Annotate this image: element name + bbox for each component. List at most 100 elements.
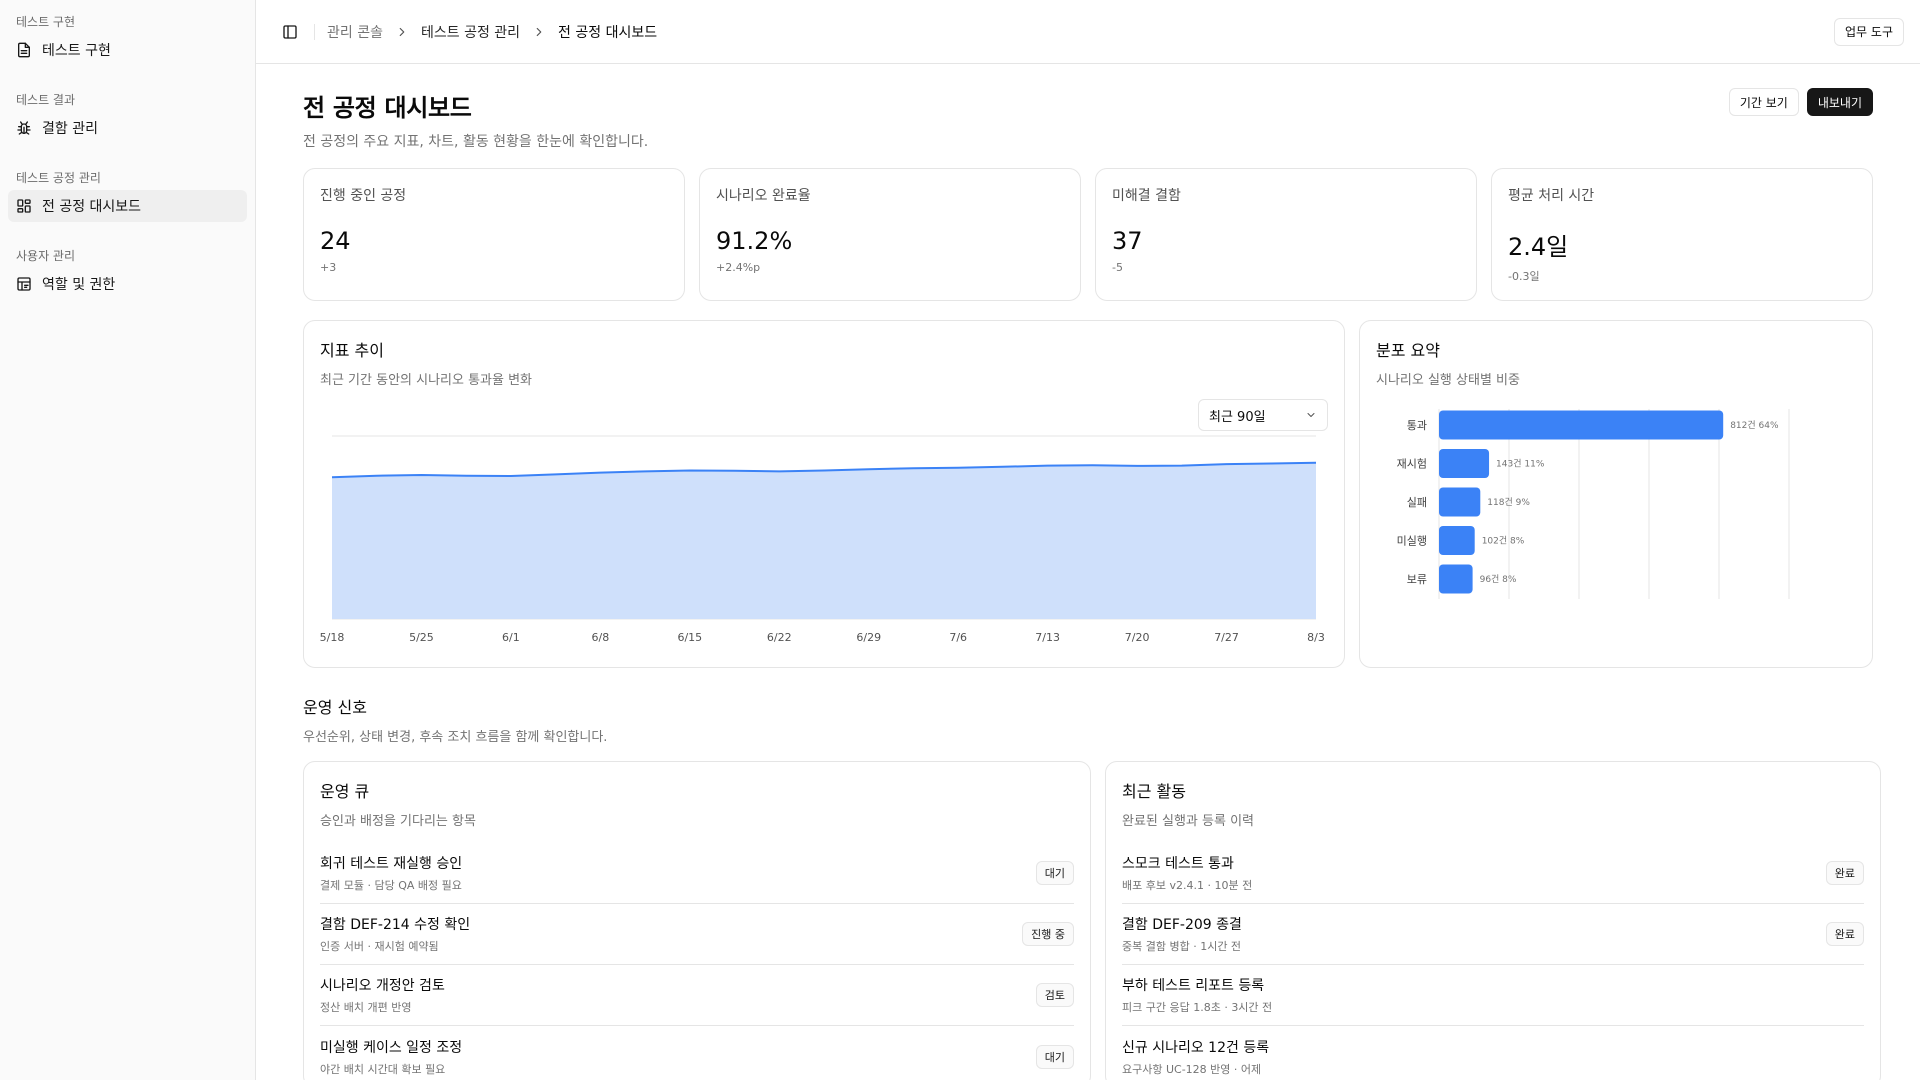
list-item-text: 결함 DEF-209 종결 중복 결함 병합 · 1시간 전 (1122, 914, 1826, 954)
nav-group-label: 사용자 관리 (16, 249, 76, 263)
category-label: 미실행 (1397, 535, 1427, 548)
kpi-value: 37 (1112, 227, 1143, 255)
nav-group-label: 테스트 공정 관리 (16, 171, 101, 185)
list-item-title: 회귀 테스트 재실행 승인 (320, 856, 463, 872)
list-item[interactable]: 미실행 케이스 일정 조정 야간 배치 시간대 확보 필요 대기 (320, 1026, 1074, 1080)
kpi-card-avg-time: 평균 처리 시간 2.4일 -0.3일 (1491, 168, 1873, 301)
signals-row: 운영 큐 승인과 배정을 기다리는 항목 회귀 테스트 재실행 승인 결제 모듈… (303, 761, 1881, 1080)
x-tick-label: 7/20 (1125, 631, 1150, 644)
kpi-label: 미해결 결함 (1112, 188, 1181, 204)
activity-list: 스모크 테스트 통과 배포 후보 v2.4.1 · 10분 전 완료 결함 DE… (1122, 843, 1864, 1080)
list-item[interactable]: 신규 시나리오 12건 등록 요구사항 UC-128 반영 · 어제 (1122, 1026, 1864, 1080)
page-header: 전 공정 대시보드 전 공정의 주요 지표, 차트, 활동 현황을 한눈에 확인… (303, 64, 1873, 168)
list-item-title: 시나리오 개정안 검토 (320, 978, 445, 994)
distribution-bar-chart: 통과 812건 64% 재시험 143건 11% 실패 118건 9% 미실행 102건 8%… (1397, 409, 1790, 599)
list-item-text: 미실행 케이스 일정 조정 야간 배치 시간대 확보 필요 (320, 1037, 1036, 1077)
list-item-title: 결함 DEF-209 종결 (1122, 917, 1242, 933)
period-view-button[interactable]: 기간 보기 (1728, 88, 1799, 116)
list-item-sub: 인증 서버 · 재시험 예약됨 (320, 940, 439, 953)
x-tick-label: 5/25 (409, 631, 434, 644)
panel-left-icon (283, 24, 297, 39)
kpi-card-completion-rate: 시나리오 완료율 91.2% +2.4%p (699, 168, 1081, 301)
bar (1439, 564, 1473, 594)
queue-card: 운영 큐 승인과 배정을 기다리는 항목 회귀 테스트 재실행 승인 결제 모듈… (303, 761, 1091, 1080)
kpi-delta: +2.4%p (716, 261, 761, 274)
x-tick-label: 6/15 (677, 631, 702, 644)
bar (1439, 487, 1481, 517)
status-badge: 완료 (1825, 922, 1864, 946)
nav-group-label: 테스트 구현 (16, 15, 76, 29)
category-label: 실패 (1407, 496, 1427, 509)
list-item-sub: 결제 모듈 · 담당 QA 배정 필요 (320, 879, 462, 892)
page-subtitle: 전 공정의 주요 지표, 차트, 활동 현황을 한눈에 확인합니다. (303, 134, 649, 150)
category-label: 보류 (1407, 573, 1427, 586)
kpi-delta: -5 (1112, 261, 1123, 274)
bar (1439, 526, 1475, 555)
breadcrumb-current: 전 공정 대시보드 (558, 24, 658, 41)
kpi-label: 시나리오 완료율 (716, 188, 811, 204)
breadcrumb-console[interactable]: 관리 콘솔 (327, 22, 383, 42)
sidebar-item-test-impl[interactable]: 테스트 구현 (8, 34, 247, 66)
data-label: 118건 9% (1487, 497, 1530, 508)
kpi-card-active-processes: 진행 중인 공정 24 +3 (303, 168, 685, 301)
activity-desc: 완료된 실행과 등록 이력 (1122, 814, 1254, 829)
list-item-sub: 요구사항 UC-128 반영 · 어제 (1122, 1062, 1262, 1076)
list-item-text: 회귀 테스트 재실행 승인 결제 모듈 · 담당 QA 배정 필요 (320, 853, 1036, 893)
header-divider (314, 23, 315, 40)
list-item-sub: 피크 구간 응답 1.8초 · 3시간 전 (1122, 1001, 1273, 1014)
bar (1439, 449, 1490, 478)
list-item-title: 신규 시나리오 12건 등록 (1122, 1039, 1270, 1056)
list-item[interactable]: 스모크 테스트 통과 배포 후보 v2.4.1 · 10분 전 완료 (1122, 843, 1864, 904)
list-item-sub: 야간 배치 시간대 확보 필요 (320, 1062, 446, 1076)
bar (1439, 410, 1724, 440)
distribution-chart-card: 분포 요약 시나리오 실행 상태별 비중 통과 812건 64% 재시험 143건 1… (1359, 320, 1873, 668)
list-item-sub: 중복 결함 병합 · 1시간 전 (1122, 940, 1242, 953)
category-label: 재시험 (1397, 458, 1427, 471)
status-badge: 검토 (1035, 983, 1074, 1007)
sidebar-item-dashboard[interactable]: 전 공정 대시보드 (8, 190, 247, 222)
work-tools-button[interactable]: 업무 도구 (1834, 17, 1904, 46)
sidebar-item-label: 테스트 구현 (42, 43, 111, 59)
list-item[interactable]: 시나리오 개정안 검토 정산 배치 개편 반영 검토 (320, 965, 1074, 1026)
data-label: 143건 11% (1496, 459, 1545, 470)
kpi-value: 2.4일 (1508, 233, 1569, 261)
data-label: 102건 8% (1482, 536, 1525, 547)
status-badge: 진행 중 (1022, 922, 1074, 946)
kpi-delta: -0.3일 (1508, 270, 1540, 283)
kpi-delta: +3 (320, 261, 337, 274)
x-tick-label: 6/22 (767, 631, 792, 644)
list-item-sub: 정산 배치 개편 반영 (320, 1001, 412, 1014)
breadcrumb-process-mgmt[interactable]: 테스트 공정 관리 (421, 22, 520, 42)
activity-title: 최근 활동 (1122, 782, 1186, 801)
layout-grid-icon (17, 199, 31, 213)
list-item[interactable]: 결함 DEF-214 수정 확인 인증 서버 · 재시험 예약됨 진행 중 (320, 904, 1074, 965)
list-item[interactable]: 회귀 테스트 재실행 승인 결제 모듈 · 담당 QA 배정 필요 대기 (320, 843, 1074, 904)
trend-chart-card: 지표 추이 최근 기간 동안의 시나리오 통과율 변화 최근 90일 5/18 5… (303, 320, 1345, 668)
list-item[interactable]: 결함 DEF-209 종결 중복 결함 병합 · 1시간 전 완료 (1122, 904, 1864, 965)
kpi-card-open-defects: 미해결 결함 37 -5 (1095, 168, 1477, 301)
x-tick-label: 6/29 (856, 631, 881, 644)
x-tick-label: 7/13 (1035, 631, 1060, 644)
nav-group-test-results: 테스트 결과 결함 관리 (8, 88, 247, 144)
sidebar-item-roles[interactable]: 역할 및 권한 (8, 268, 247, 300)
trend-area-chart: 5/18 5/25 6/1 6/8 6/15 6/22 6/29 7/6 7/13 7/20 7/2… (320, 435, 1325, 644)
x-tick-label: 8/3 (1307, 631, 1325, 644)
list-item-text: 부하 테스트 리포트 등록 피크 구간 응답 1.8초 · 3시간 전 (1122, 975, 1864, 1015)
status-badge: 완료 (1825, 861, 1864, 885)
bug-icon (17, 121, 31, 135)
sidebar-item-label: 전 공정 대시보드 (42, 199, 142, 215)
sidebar: 테스트 구현 테스트 구현 테스트 결과 결함 관리 테스트 공정 관리 전 공… (0, 0, 256, 1080)
signals-desc: 우선순위, 상태 변경, 후속 조치 흐름을 함께 확인합니다. (303, 730, 608, 745)
sidebar-item-defects[interactable]: 결함 관리 (8, 112, 247, 144)
list-item-text: 스모크 테스트 통과 배포 후보 v2.4.1 · 10분 전 (1122, 853, 1826, 893)
nav-group-user-mgmt: 사용자 관리 역할 및 권한 (8, 244, 247, 300)
trend-area (332, 462, 1316, 619)
list-item-sub: 배포 후보 v2.4.1 · 10분 전 (1122, 879, 1253, 892)
export-button[interactable]: 내보내기 (1806, 88, 1873, 116)
kpi-value: 24 (320, 227, 351, 255)
list-item[interactable]: 부하 테스트 리포트 등록 피크 구간 응답 1.8초 · 3시간 전 (1122, 965, 1864, 1026)
kpi-row: 진행 중인 공정 24 +3 시나리오 완료율 91.2% +2.4%p 미해결… (303, 168, 1873, 301)
kpi-label: 평균 처리 시간 (1508, 188, 1595, 204)
x-tick-label: 7/27 (1214, 631, 1239, 644)
sidebar-toggle-button[interactable] (276, 18, 304, 46)
